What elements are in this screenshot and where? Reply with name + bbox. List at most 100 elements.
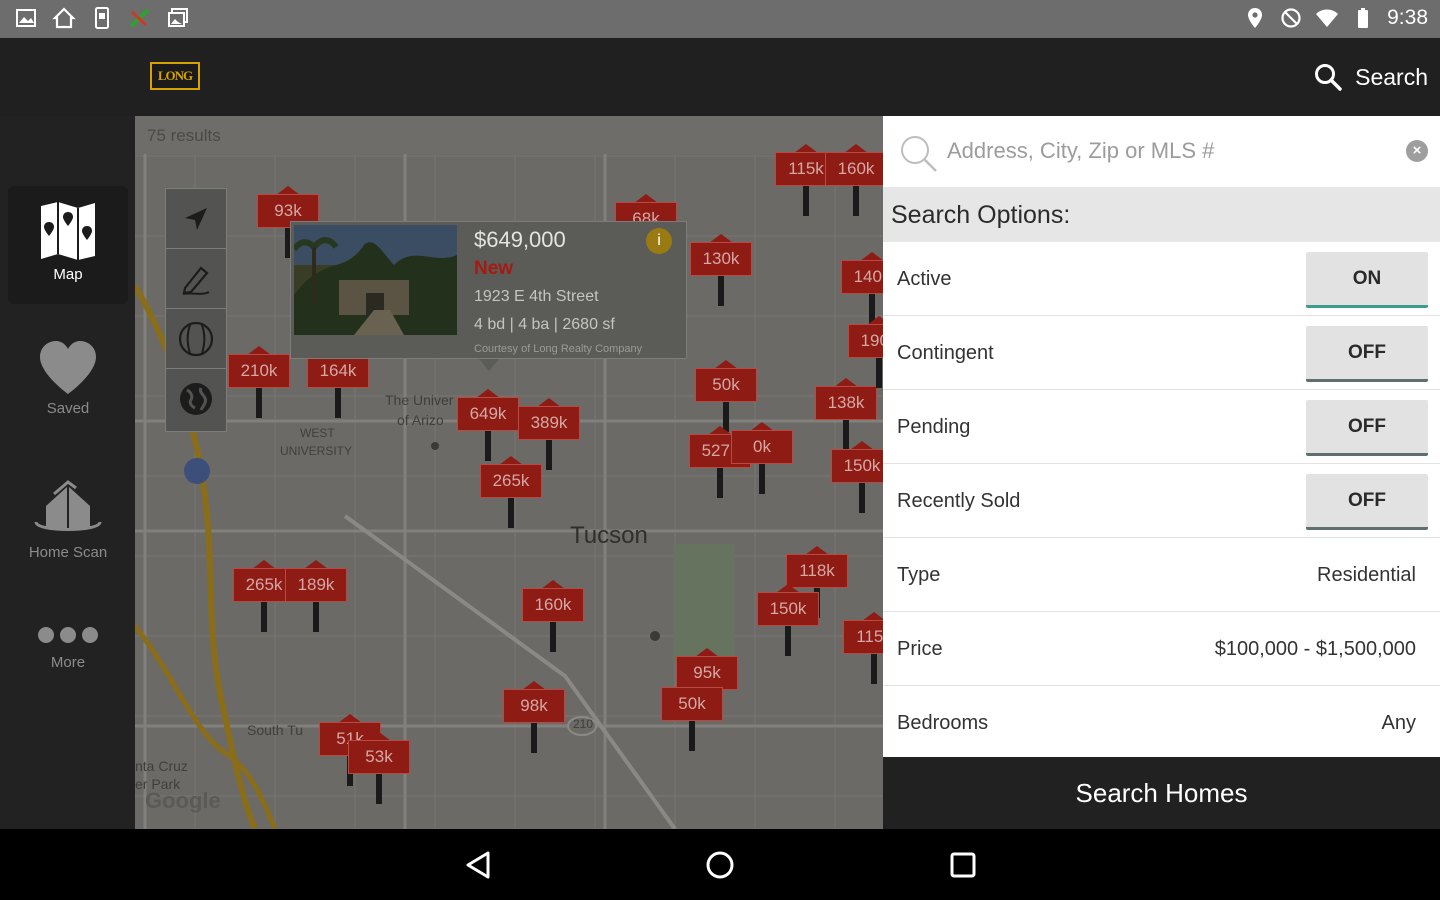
locate-button[interactable] — [166, 189, 226, 249]
option-label: Recently Sold — [897, 490, 1021, 512]
rail-label-saved: Saved — [46, 400, 90, 417]
property-specs: 4 bd | 4 ba | 2680 sf — [474, 316, 615, 333]
home-icon — [52, 7, 76, 29]
phone-icon — [95, 7, 109, 29]
boundary-icon — [178, 321, 214, 356]
draw-button[interactable] — [166, 249, 226, 309]
map-label-route: 210 — [573, 717, 594, 731]
globe-icon — [180, 383, 212, 415]
results-count: 75 results — [147, 126, 221, 145]
search-action-label: Search — [1355, 63, 1428, 90]
option-label: Price — [897, 638, 943, 660]
option-label: Contingent — [897, 342, 994, 364]
option-row-type[interactable]: Type Residential — [883, 538, 1440, 612]
option-label: Active — [897, 268, 952, 290]
price-pin[interactable]: 210k — [228, 346, 290, 418]
price-pin[interactable]: 0k — [731, 422, 793, 494]
map-label-south-tucson: South Tu — [247, 722, 304, 738]
rail-label-map: Map — [53, 266, 83, 283]
price-pin[interactable]: 190k — [848, 316, 883, 388]
system-nav-bar — [0, 829, 1440, 900]
google-watermark: Google — [145, 788, 221, 813]
status-bar: 9:38 — [0, 0, 1440, 38]
search-options-header: Search Options: — [883, 188, 1440, 242]
contingent-toggle[interactable]: OFF — [1306, 326, 1428, 382]
rail-item-home-scan[interactable]: Home Scan — [8, 462, 128, 580]
price-pin[interactable]: 98k — [503, 681, 565, 753]
price-pin[interactable]: 189k — [285, 560, 347, 632]
property-popup[interactable]: $649,000 New 1923 E 4th Street 4 bd | 4 … — [290, 221, 687, 371]
app-screen: 9:38 LONG Search Map Saved Home Scan Mor… — [0, 0, 1440, 900]
option-row-bedrooms[interactable]: Bedrooms Any — [883, 686, 1440, 757]
map-label-of-arizona: of Arizo — [397, 412, 444, 428]
photo-stack-icon — [168, 8, 188, 27]
back-icon[interactable] — [460, 847, 496, 883]
bedrooms-value: Any — [1381, 712, 1416, 734]
price-pin[interactable]: 389k — [518, 398, 580, 470]
house-scan-icon — [34, 480, 102, 531]
map-city-label: Tucson — [570, 522, 648, 549]
map-tools — [165, 188, 227, 432]
clear-search-icon[interactable]: × — [1406, 140, 1428, 162]
long-realty-logo[interactable]: LONG — [150, 62, 200, 90]
location-icon — [1248, 8, 1263, 28]
boundary-button[interactable] — [166, 309, 226, 369]
search-icon — [1315, 64, 1342, 91]
recently-sold-toggle[interactable]: OFF — [1306, 474, 1428, 530]
price-pin[interactable]: 53k — [348, 732, 410, 804]
blocked-icon — [1281, 8, 1301, 28]
heart-icon — [40, 341, 96, 394]
draw-icon — [182, 265, 210, 295]
globe-button[interactable] — [166, 369, 226, 429]
option-row-contingent: Contingent OFF — [883, 316, 1440, 390]
rail-label-home-scan: Home Scan — [28, 544, 108, 561]
price-pin[interactable]: 265k — [480, 456, 542, 528]
property-status: New — [474, 258, 514, 279]
search-homes-button[interactable]: Search Homes — [883, 757, 1440, 829]
info-icon[interactable]: i — [646, 228, 672, 254]
rail-item-more[interactable]: More — [8, 606, 128, 724]
search-options-panel: × Search Options: Active ON Contingent O… — [883, 116, 1440, 757]
clock: 9:38 — [1387, 6, 1428, 29]
price-range-value: $100,000 - $1,500,000 — [1214, 638, 1416, 660]
search-bar: × — [883, 116, 1440, 188]
option-row-recently-sold: Recently Sold OFF — [883, 464, 1440, 538]
rail-item-map[interactable]: Map — [8, 186, 128, 304]
price-pin[interactable]: 150k — [831, 441, 883, 513]
map-icon — [41, 202, 95, 260]
option-row-active: Active ON — [883, 242, 1440, 316]
recents-icon[interactable] — [945, 847, 981, 883]
property-address: 1923 E 4th Street — [474, 288, 599, 305]
active-toggle[interactable]: ON — [1306, 252, 1428, 308]
more-dots-icon — [38, 627, 98, 643]
search-action-button[interactable]: Search — [1313, 60, 1428, 94]
property-price: $649,000 — [474, 227, 566, 252]
image-icon — [16, 9, 36, 27]
price-pin[interactable]: 130k — [690, 234, 752, 306]
home-circle-icon[interactable] — [702, 847, 738, 883]
wifi-icon — [1316, 9, 1339, 27]
map-label-santa-cruz: nta Cruz — [135, 758, 188, 774]
map-label-west: WEST — [300, 426, 335, 440]
price-pin[interactable]: 649k — [457, 389, 519, 461]
map-label-university-district: UNIVERSITY — [280, 444, 353, 458]
price-pin[interactable]: 50k — [661, 679, 723, 751]
app-bar — [0, 38, 1440, 116]
option-label: Bedrooms — [897, 712, 989, 734]
price-pin[interactable]: 115k — [843, 612, 883, 684]
price-pin[interactable]: 160k — [825, 144, 883, 216]
price-pin[interactable]: 160k — [522, 580, 584, 652]
option-row-price[interactable]: Price $100,000 - $1,500,000 — [883, 612, 1440, 686]
search-icon — [901, 136, 937, 172]
popup-pointer — [479, 359, 499, 371]
battery-icon — [1358, 8, 1369, 28]
type-value: Residential — [1317, 564, 1416, 586]
option-label: Type — [897, 564, 941, 586]
price-pin[interactable]: 50k — [695, 360, 757, 432]
search-input[interactable] — [947, 133, 1377, 169]
price-pin[interactable]: 140k — [841, 252, 883, 324]
price-pin[interactable]: 150k — [757, 584, 819, 656]
price-pin[interactable]: 138k — [815, 378, 877, 450]
pending-toggle[interactable]: OFF — [1306, 400, 1428, 456]
rail-item-saved[interactable]: Saved — [8, 326, 128, 444]
